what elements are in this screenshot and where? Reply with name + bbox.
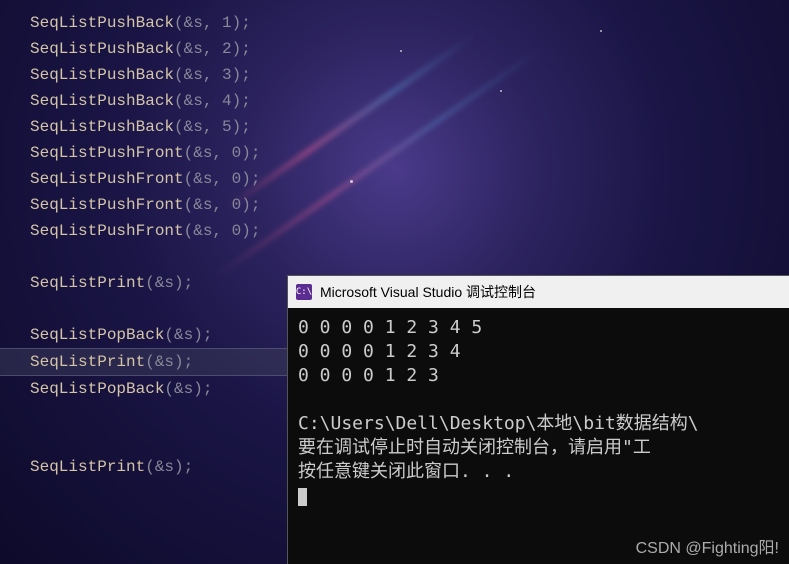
code-line: SeqListPopBack(&s); (30, 376, 300, 402)
debug-console-window[interactable]: C:\ Microsoft Visual Studio 调试控制台 0 0 0 … (287, 275, 789, 564)
code-line: SeqListPushBack(&s, 1); (30, 10, 300, 36)
code-line: SeqListPushBack(&s, 2); (30, 36, 300, 62)
bg-star (400, 50, 402, 52)
console-output[interactable]: 0 0 0 0 1 2 3 4 50 0 0 0 1 2 3 40 0 0 0 … (288, 308, 789, 516)
code-line: SeqListPrint(&s); (30, 454, 300, 480)
console-line: 0 0 0 0 1 2 3 4 (298, 340, 779, 364)
bg-star (350, 180, 353, 183)
code-line: SeqListPrint(&s); (30, 270, 300, 296)
code-line: SeqListPushBack(&s, 3); (30, 62, 300, 88)
bg-star (600, 30, 602, 32)
console-line: 0 0 0 0 1 2 3 (298, 364, 779, 388)
console-line: 按任意键关闭此窗口. . . (298, 460, 779, 484)
watermark: CSDN @Fighting阳! (636, 534, 779, 558)
code-line: SeqListPushBack(&s, 4); (30, 88, 300, 114)
vs-console-icon: C:\ (296, 284, 312, 300)
code-line-highlighted: SeqListPrint(&s); (0, 348, 300, 376)
cursor (298, 488, 307, 506)
code-line: SeqListPopBack(&s); (30, 322, 300, 348)
code-line: SeqListPushFront(&s, 0); (30, 166, 300, 192)
console-line: 要在调试停止时自动关闭控制台，请启用"工 (298, 436, 779, 460)
console-line: C:\Users\Dell\Desktop\本地\bit数据结构\ (298, 412, 779, 436)
code-line: SeqListPushFront(&s, 0); (30, 192, 300, 218)
bg-star (500, 90, 502, 92)
console-line: 0 0 0 0 1 2 3 4 5 (298, 316, 779, 340)
code-line: SeqListPushFront(&s, 0); (30, 218, 300, 244)
console-titlebar[interactable]: C:\ Microsoft Visual Studio 调试控制台 (288, 276, 789, 308)
code-editor[interactable]: SeqListPushBack(&s, 1); SeqListPushBack(… (30, 10, 300, 480)
console-title: Microsoft Visual Studio 调试控制台 (320, 282, 536, 302)
code-line: SeqListPushFront(&s, 0); (30, 140, 300, 166)
code-line: SeqListPushBack(&s, 5); (30, 114, 300, 140)
